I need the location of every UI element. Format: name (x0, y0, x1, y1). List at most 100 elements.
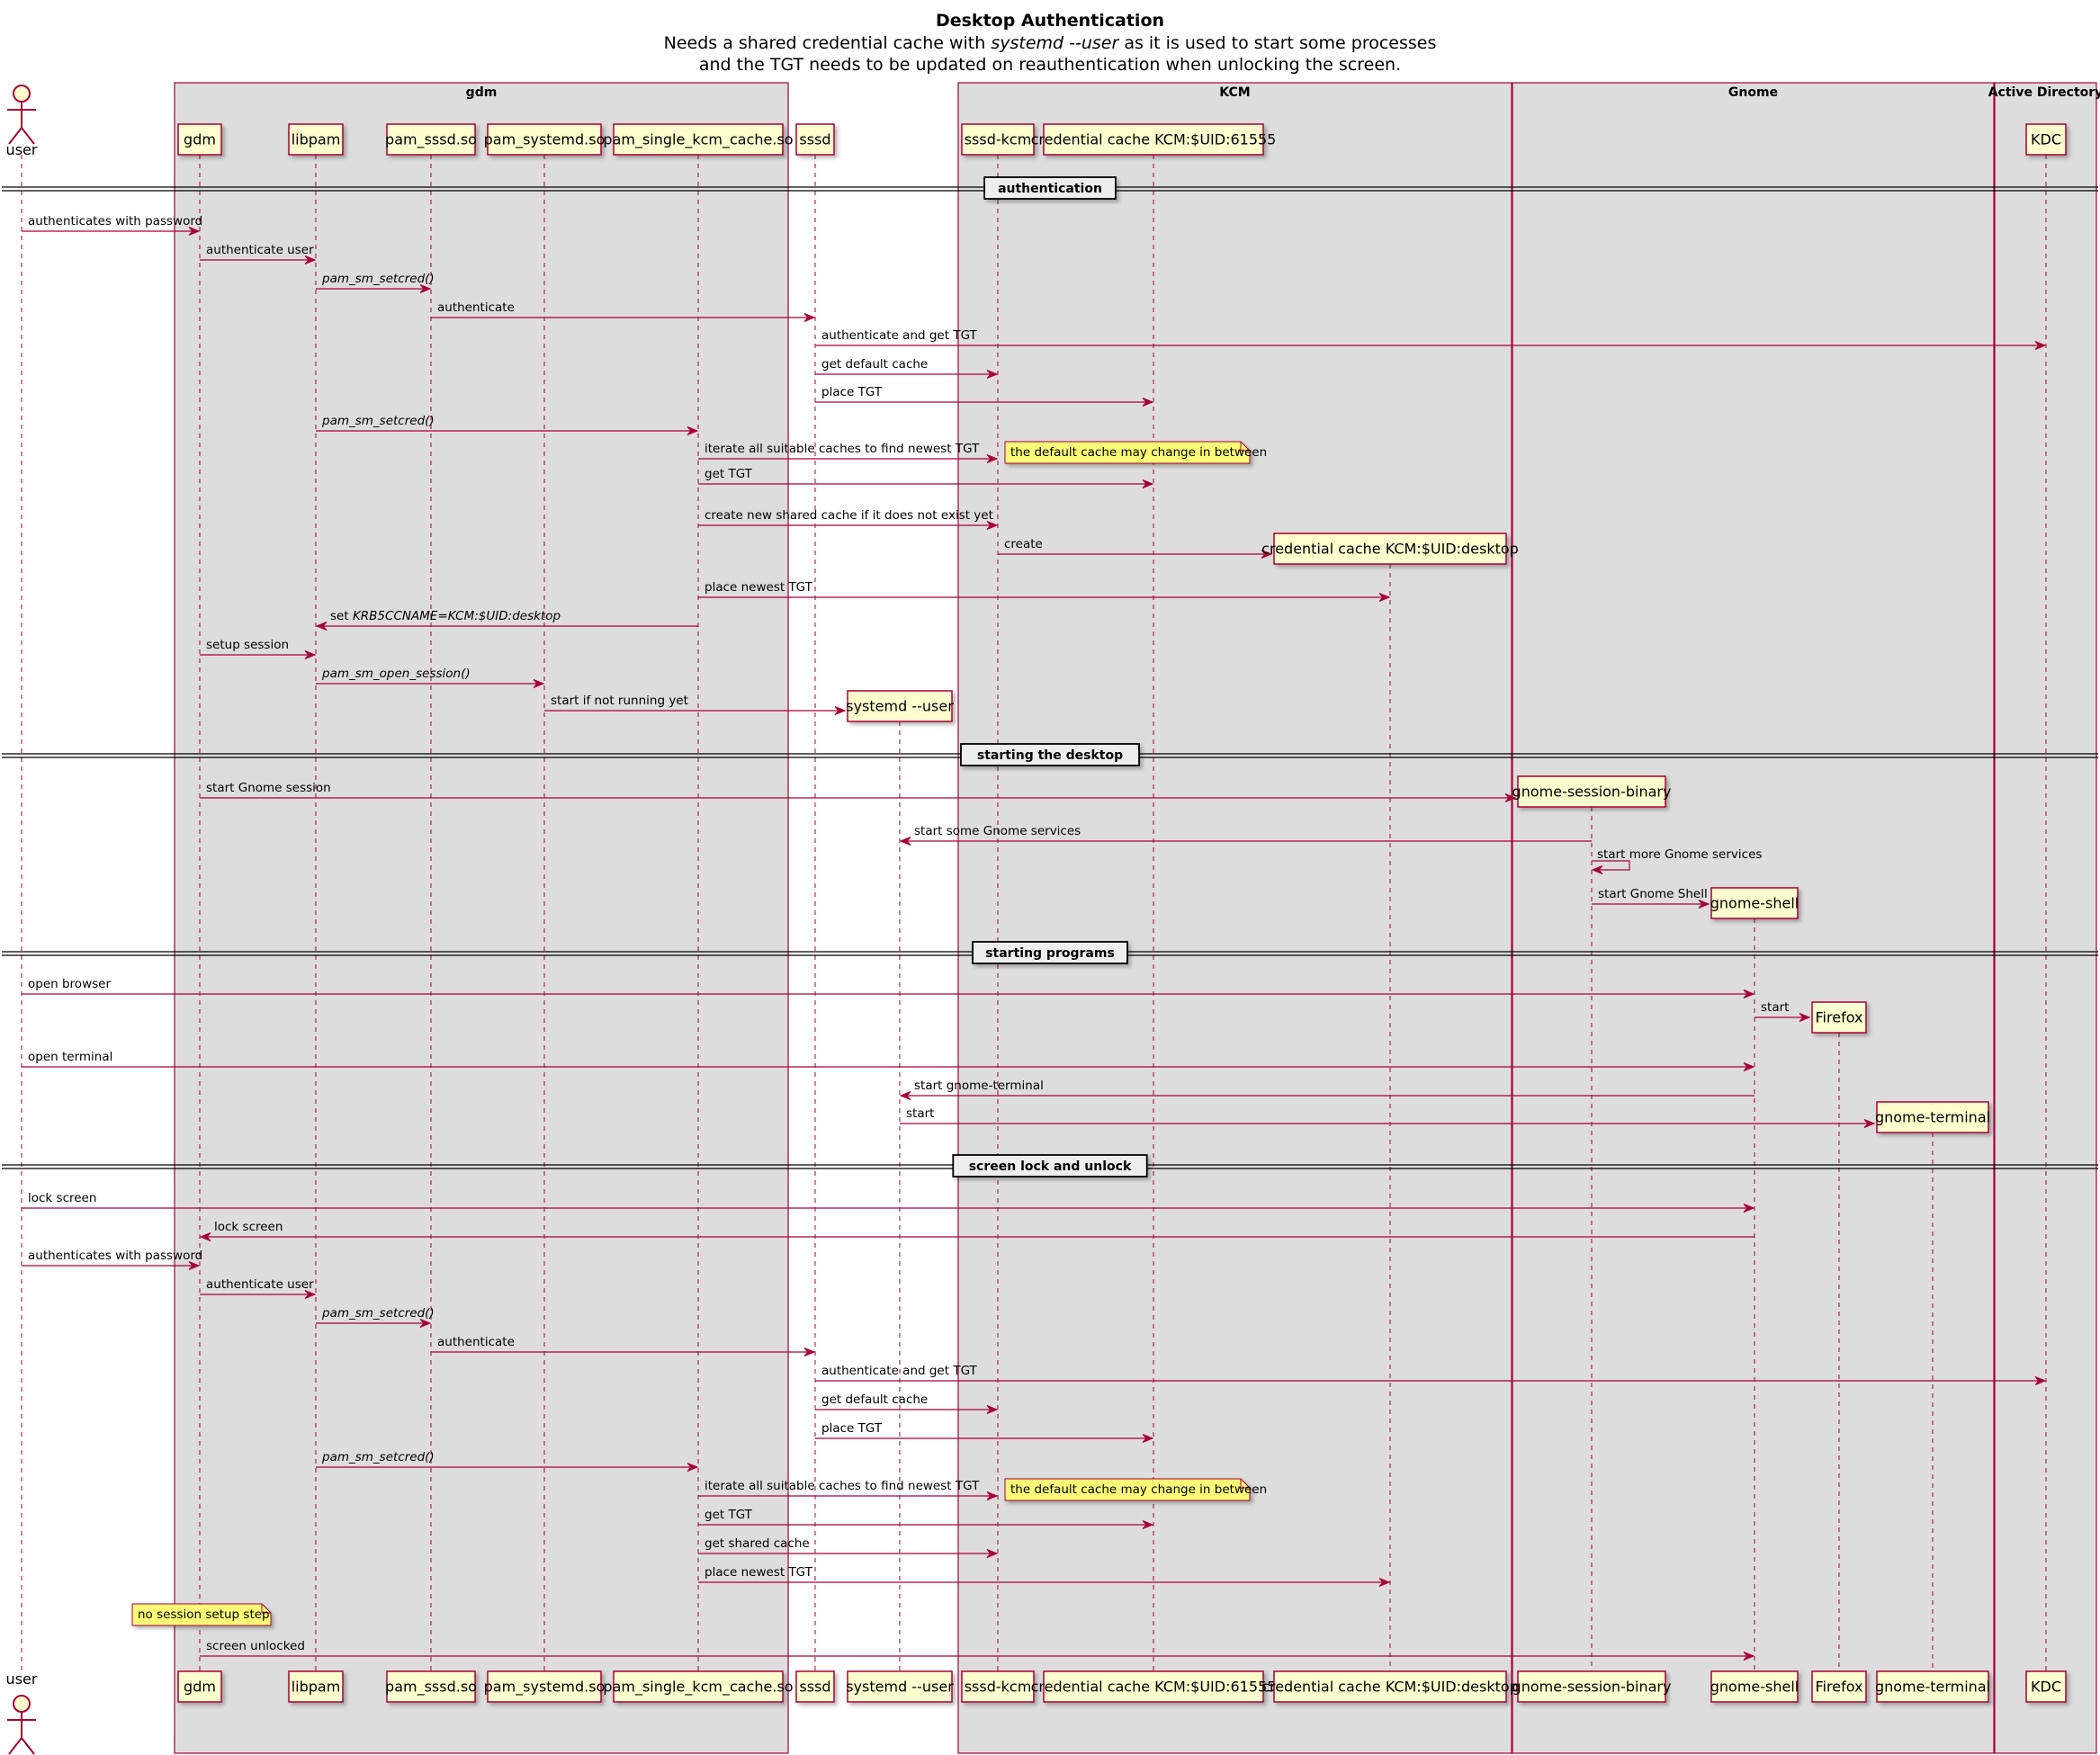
participant-label: gnome-session-binary (1512, 783, 1672, 801)
participant-gnome_terminal-top: gnome-terminal (1875, 1101, 1990, 1133)
section-divider-label: starting the desktop (977, 748, 1123, 763)
message-label: authenticate and get TGT (821, 1364, 978, 1378)
message-label: get TGT (704, 467, 753, 481)
message-label: pam_sm_setcred() (321, 272, 435, 286)
message-label: get default cache (821, 1392, 928, 1407)
participant-gnome_session-bottom: gnome-session-binary (1512, 1670, 1672, 1703)
participant-sssd-bottom: sssd (795, 1670, 835, 1703)
note-text: no session setup step (138, 1607, 270, 1622)
message-label: authenticates with password (28, 214, 202, 228)
participant-pam_sssd-bottom: pam_sssd.so (385, 1670, 477, 1703)
message-label: pam_sm_setcred() (321, 1306, 435, 1321)
participant-gnome_shell-top: gnome-shell (1710, 887, 1799, 919)
message-label: start if not running yet (551, 694, 688, 708)
participant-label: gdm (184, 131, 216, 148)
participant-label: pam_single_kcm_cache.so (603, 1679, 793, 1697)
message-label: start (1761, 1000, 1789, 1015)
message-label: place newest TGT (704, 1565, 813, 1580)
participant-cc_61555-bottom: credential cache KCM:$UID:61555 (1031, 1670, 1276, 1703)
message-label: iterate all suitable caches to find newe… (704, 442, 980, 456)
participant-label: credential cache KCM:$UID:desktop (1261, 1679, 1519, 1696)
participant-cc_desktop-bottom: credential cache KCM:$UID:desktop (1261, 1670, 1519, 1703)
message-label: start some Gnome services (914, 824, 1081, 838)
participant-sssd-top: sssd (795, 123, 835, 156)
participant-libpam-top: libpam (288, 123, 344, 156)
group-box-kcm: KCM (957, 82, 1512, 1754)
participant-pam_single_kcm_cache-bottom: pam_single_kcm_cache.so (603, 1670, 794, 1703)
participant-pam_single_kcm_cache-top: pam_single_kcm_cache.so (603, 123, 794, 156)
message-label: screen unlocked (206, 1639, 305, 1653)
sequence-diagram: gdm KCM Gnome Active Directory authenticati… (2, 11, 2100, 1755)
participant-kdc-bottom: KDC (2025, 1670, 2067, 1703)
message-label: authenticates with password (28, 1249, 202, 1263)
diagram-subtitle-line-1: Needs a shared credential cache with sys… (664, 33, 1437, 53)
participant-cc_desktop-top: credential cache KCM:$UID:desktop (1261, 533, 1519, 565)
participant-user-top: user (6, 85, 38, 158)
message-label: authenticate (437, 1335, 515, 1349)
message-label: place TGT (821, 1421, 883, 1436)
message-label: start more Gnome services (1597, 847, 1762, 862)
participant-firefox-top: Firefox (1811, 1001, 1867, 1034)
participant-gnome_shell-bottom: gnome-shell (1710, 1670, 1799, 1703)
participant-label: gnome-session-binary (1512, 1679, 1672, 1696)
participant-gnome_terminal-bottom: gnome-terminal (1875, 1670, 1990, 1703)
message-label: setup session (206, 638, 289, 652)
participant-label: pam_systemd.so (484, 131, 606, 149)
participant-sssd_kcm-top: sssd-kcm (961, 123, 1035, 156)
participant-gdm-bottom: gdm (177, 1670, 222, 1703)
note: the default cache may change in between (1004, 441, 1267, 464)
group-box-label: KCM (1219, 85, 1250, 100)
participant-user-bottom: user (6, 1670, 38, 1755)
diagram-title: Desktop Authentication (936, 11, 1164, 31)
participant-systemd_user-bottom: systemd --user (846, 1670, 954, 1703)
participant-kdc-top: KDC (2025, 123, 2067, 156)
participant-label: Firefox (1816, 1679, 1863, 1696)
participant-label: credential cache KCM:$UID:61555 (1031, 131, 1277, 148)
participant-label: credential cache KCM:$UID:desktop (1261, 541, 1519, 558)
message-label: authenticate user (206, 1277, 314, 1292)
participant-label: sssd (799, 1679, 830, 1696)
participant-label: libpam (292, 131, 341, 148)
participant-cc_61555-top: credential cache KCM:$UID:61555 (1031, 123, 1277, 156)
participant-gdm-top: gdm (177, 123, 222, 156)
participant-pam_systemd-bottom: pam_systemd.so (484, 1670, 606, 1703)
participant-groups: gdm KCM Gnome Active Directory (174, 82, 2100, 1754)
participant-label: Firefox (1816, 1009, 1863, 1026)
section-divider-label: authentication (998, 182, 1102, 196)
message-label: authenticate and get TGT (821, 328, 978, 343)
participant-label: user (6, 1670, 38, 1688)
group-box-ad: Active Directory (1988, 82, 2100, 1754)
participant-label: gnome-terminal (1875, 1679, 1990, 1696)
diagram-title-group: Desktop Authentication Needs a shared cr… (664, 11, 1437, 75)
actor-icon (7, 85, 36, 145)
participant-label: KDC (2031, 1679, 2061, 1696)
message-label: start gnome-terminal (914, 1079, 1044, 1093)
message-label: open terminal (28, 1050, 112, 1064)
message-label: pam_sm_setcred() (321, 1450, 435, 1464)
section-divider-label: screen lock and unlock (969, 1160, 1132, 1174)
participant-label: libpam (292, 1679, 341, 1696)
message-label: pam_sm_setcred() (321, 414, 435, 428)
participant-label: gnome-shell (1710, 895, 1799, 912)
message-label: place TGT (821, 385, 883, 399)
participant-libpam-bottom: libpam (288, 1670, 344, 1703)
participant-label: pam_single_kcm_cache.so (603, 131, 793, 149)
message-label: iterate all suitable caches to find newe… (704, 1479, 980, 1493)
participant-label: user (6, 141, 38, 158)
note: the default cache may change in between (1004, 1478, 1267, 1501)
participant-label: systemd --user (846, 698, 954, 715)
participant-label: gnome-terminal (1875, 1109, 1990, 1126)
participant-label: gnome-shell (1710, 1679, 1799, 1696)
participant-label: pam_systemd.so (484, 1679, 606, 1697)
group-box-label: gdm (466, 85, 498, 100)
message-label: lock screen (28, 1191, 96, 1205)
participant-label: pam_sssd.so (385, 1679, 477, 1697)
message-label: create (1004, 537, 1043, 551)
participant-pam_systemd-top: pam_systemd.so (484, 123, 606, 156)
message-label: create new shared cache if it does not e… (704, 508, 993, 523)
participant-systemd_user-top: systemd --user (846, 690, 954, 722)
message-label: authenticate (437, 300, 515, 315)
participant-pam_sssd-top: pam_sssd.so (385, 123, 477, 156)
message-label: set KRB5CCNAME=KCM:$UID:desktop (330, 609, 561, 623)
participant-label: sssd-kcm (965, 1679, 1032, 1696)
